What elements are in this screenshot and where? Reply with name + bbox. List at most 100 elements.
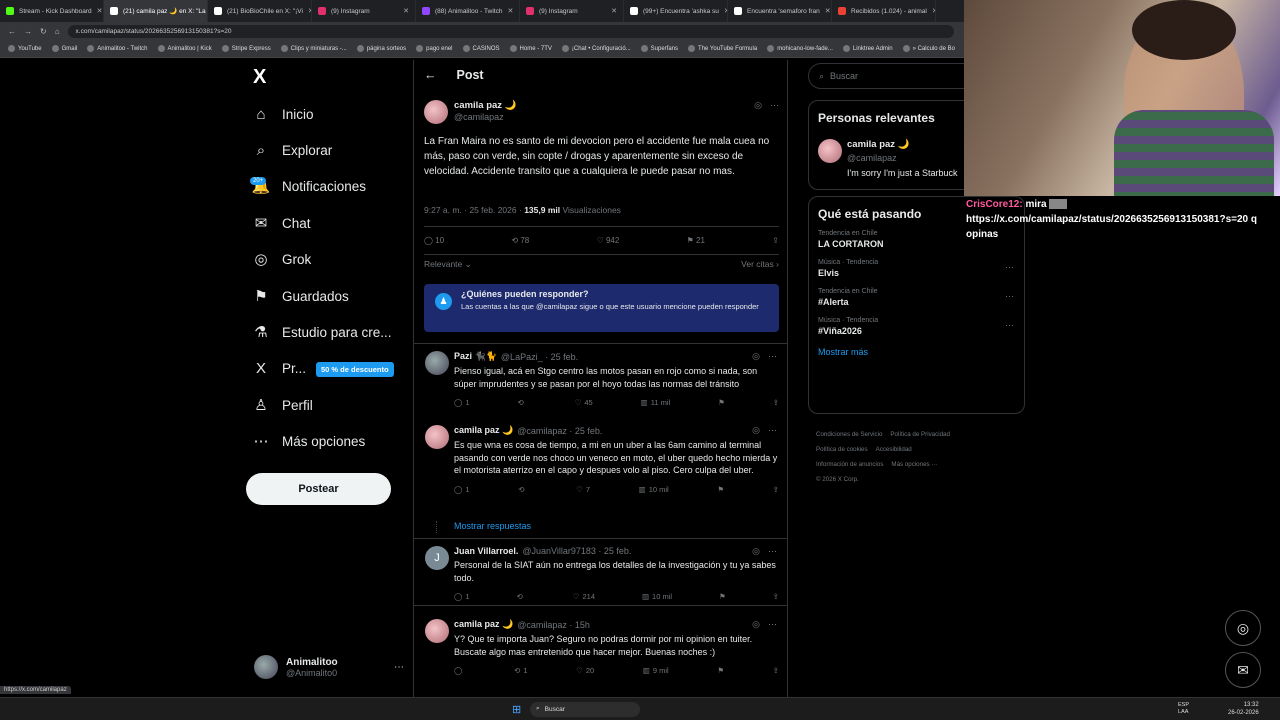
avatar[interactable]: [424, 100, 448, 124]
repost-button[interactable]: ⟲: [517, 398, 526, 407]
clock[interactable]: 13:32 26-02-2026: [1228, 701, 1259, 717]
post-button[interactable]: Postear: [246, 473, 391, 505]
trend-item[interactable]: Música · Tendencia #Viña2026 ⋯: [809, 312, 1024, 341]
bookmark-item[interactable]: Animalitoo - Twitch: [87, 45, 148, 52]
views-button[interactable]: ▥ 10 mil: [639, 485, 669, 494]
show-replies-link[interactable]: Mostrar respuestas: [454, 521, 531, 531]
bookmark-button[interactable]: ⚑ 21: [687, 236, 705, 245]
repost-button[interactable]: ⟲: [518, 485, 527, 494]
close-icon[interactable]: ✕: [403, 7, 409, 15]
reply-handle[interactable]: @JuanVillar97183 · 25 feb.: [522, 546, 631, 556]
share-icon[interactable]: ⇪: [773, 398, 779, 407]
windows-start-icon[interactable]: ⊞: [512, 703, 521, 716]
reply-handle[interactable]: @LaPazi_ · 25 feb.: [501, 352, 578, 362]
nav-item-profile[interactable]: ♙ Perfil: [252, 396, 313, 414]
reply-button[interactable]: ◯ 1: [454, 592, 470, 601]
repost-button[interactable]: ⟲ 1: [514, 666, 527, 675]
reply-author[interactable]: Juan Villarroel.: [454, 546, 518, 556]
bookmark-item[interactable]: Animalitoo | Kick: [157, 45, 212, 52]
close-icon[interactable]: ✕: [507, 7, 513, 15]
trend-item[interactable]: Tendencia en Chile #Alerta ⋯: [809, 283, 1024, 312]
reload-icon[interactable]: ↻: [40, 27, 47, 36]
nav-item-bell[interactable]: 🔔 Notificaciones: [252, 177, 366, 195]
more-icon[interactable]: ⋯: [770, 100, 779, 111]
reply-handle[interactable]: @camilapaz · 25 feb.: [517, 426, 602, 436]
like-button[interactable]: ♡ 214: [573, 592, 595, 601]
bookmark-item[interactable]: mohicano-low-fade...: [767, 45, 833, 52]
avatar[interactable]: [425, 351, 449, 375]
grok-icon[interactable]: ◎: [752, 351, 760, 362]
reply-author[interactable]: camila paz 🌙: [454, 425, 513, 436]
nav-item-grok[interactable]: ◎ Grok: [252, 250, 311, 268]
grok-icon[interactable]: ◎: [752, 546, 760, 557]
bookmark-item[interactable]: ¡Chat • Configuració...: [561, 45, 631, 52]
more-icon[interactable]: ⋯: [1005, 291, 1014, 302]
grok-fab-icon[interactable]: ◎: [1225, 610, 1261, 646]
premium-promo-badge[interactable]: 50 % de descuento: [316, 362, 394, 377]
footer-link[interactable]: Política de Privacidad: [890, 431, 950, 438]
back-arrow-icon[interactable]: ←: [424, 68, 437, 82]
browser-tab[interactable]: Stream - Kick Dashboard ✕: [0, 0, 104, 22]
x-logo[interactable]: X: [253, 66, 266, 89]
close-icon[interactable]: ✕: [611, 7, 617, 15]
browser-tab[interactable]: (9) Instagram ✕: [520, 0, 624, 22]
share-icon[interactable]: ⇪: [773, 485, 779, 494]
share-icon[interactable]: ⇪: [773, 592, 779, 601]
like-button[interactable]: ♡ 45: [575, 398, 593, 407]
grok-icon[interactable]: ◎: [754, 100, 762, 111]
post-author[interactable]: camila paz 🌙: [454, 100, 517, 111]
bookmark-icon[interactable]: ⚑: [717, 485, 724, 494]
nav-item-more[interactable]: ⋯ Más opciones: [252, 432, 366, 450]
like-button[interactable]: ♡ 942: [597, 236, 620, 245]
bookmark-item[interactable]: Gmail: [51, 45, 77, 52]
footer-link[interactable]: Política de cookies: [816, 446, 868, 453]
bookmark-item[interactable]: pago enel: [416, 45, 453, 52]
footer-link[interactable]: Condiciones de Servicio: [816, 431, 882, 438]
close-icon[interactable]: ✕: [932, 7, 935, 15]
bookmark-item[interactable]: Stripe Express: [221, 45, 271, 52]
taskbar-search[interactable]: ⌕ Buscar: [530, 701, 640, 717]
show-more-link[interactable]: Mostrar más: [809, 341, 1024, 363]
avatar[interactable]: J: [425, 546, 449, 570]
close-icon[interactable]: ✕: [97, 7, 103, 15]
post-handle[interactable]: @camilapaz: [454, 112, 517, 122]
browser-tab[interactable]: (9) Instagram ✕: [312, 0, 416, 22]
bookmark-item[interactable]: » Calculo de Bo: [902, 45, 955, 52]
bookmark-item[interactable]: Clips y miniaturas -...: [280, 45, 347, 52]
browser-tab[interactable]: (88) Animalitoo - Twitch ✕: [416, 0, 520, 22]
more-icon[interactable]: ⋯: [768, 619, 777, 630]
browser-tab[interactable]: Encuentra 'semaforo fran ✕: [728, 0, 832, 22]
browser-tab[interactable]: (99+) Encuentra 'ashka su✕: [624, 0, 728, 22]
nav-item-mail[interactable]: ✉ Chat: [252, 214, 311, 232]
like-button[interactable]: ♡ 7: [576, 485, 590, 494]
nav-item-bookmark[interactable]: ⚑ Guardados: [252, 287, 349, 305]
grok-icon[interactable]: ◎: [752, 425, 760, 436]
more-icon[interactable]: ⋯: [1005, 262, 1014, 273]
footer-link[interactable]: Información de anuncios: [816, 461, 883, 468]
more-icon[interactable]: ⋯: [768, 546, 777, 557]
nav-item-home[interactable]: ⌂ Inicio: [252, 105, 313, 123]
reply-button[interactable]: ◯ 1: [454, 398, 470, 407]
more-icon[interactable]: ⋯: [394, 662, 404, 673]
grok-icon[interactable]: ◎: [752, 619, 760, 630]
address-input[interactable]: x.com/camilapaz/status/20266352569131503…: [67, 24, 954, 38]
post-time[interactable]: 9:27 a. m. · 25 feb. 2026 ·: [424, 205, 522, 215]
relevant-handle[interactable]: @camilapaz: [847, 153, 897, 163]
reply-handle[interactable]: @camilapaz · 15h: [517, 620, 590, 630]
repost-button[interactable]: ⟲ 78: [511, 236, 529, 245]
bookmark-icon[interactable]: ⚑: [717, 666, 724, 675]
nav-item-x-premium[interactable]: X Pr...: [252, 359, 306, 377]
views-button[interactable]: ▥ 9 mil: [643, 666, 669, 675]
browser-tab[interactable]: (21) BioBioChile en X: "¡Vi✕: [208, 0, 312, 22]
home-icon[interactable]: ⌂: [55, 27, 60, 36]
nav-item-studio[interactable]: ⚗ Estudio para cre...: [252, 323, 391, 341]
browser-tab[interactable]: Recibidos (1.024) - animal ✕: [832, 0, 936, 22]
nav-item-search[interactable]: ⌕ Explorar: [252, 141, 332, 159]
like-button[interactable]: ♡ 20: [576, 666, 594, 675]
more-icon[interactable]: ⋯: [768, 351, 777, 362]
views-button[interactable]: ▥ 10 mil: [642, 592, 672, 601]
sort-selector[interactable]: Relevante ⌄: [424, 259, 472, 270]
trend-item[interactable]: Música · Tendencia Elvis ⋯: [809, 254, 1024, 283]
bookmark-item[interactable]: Linktree Admin: [842, 45, 893, 52]
bookmark-icon[interactable]: ⚑: [719, 592, 726, 601]
